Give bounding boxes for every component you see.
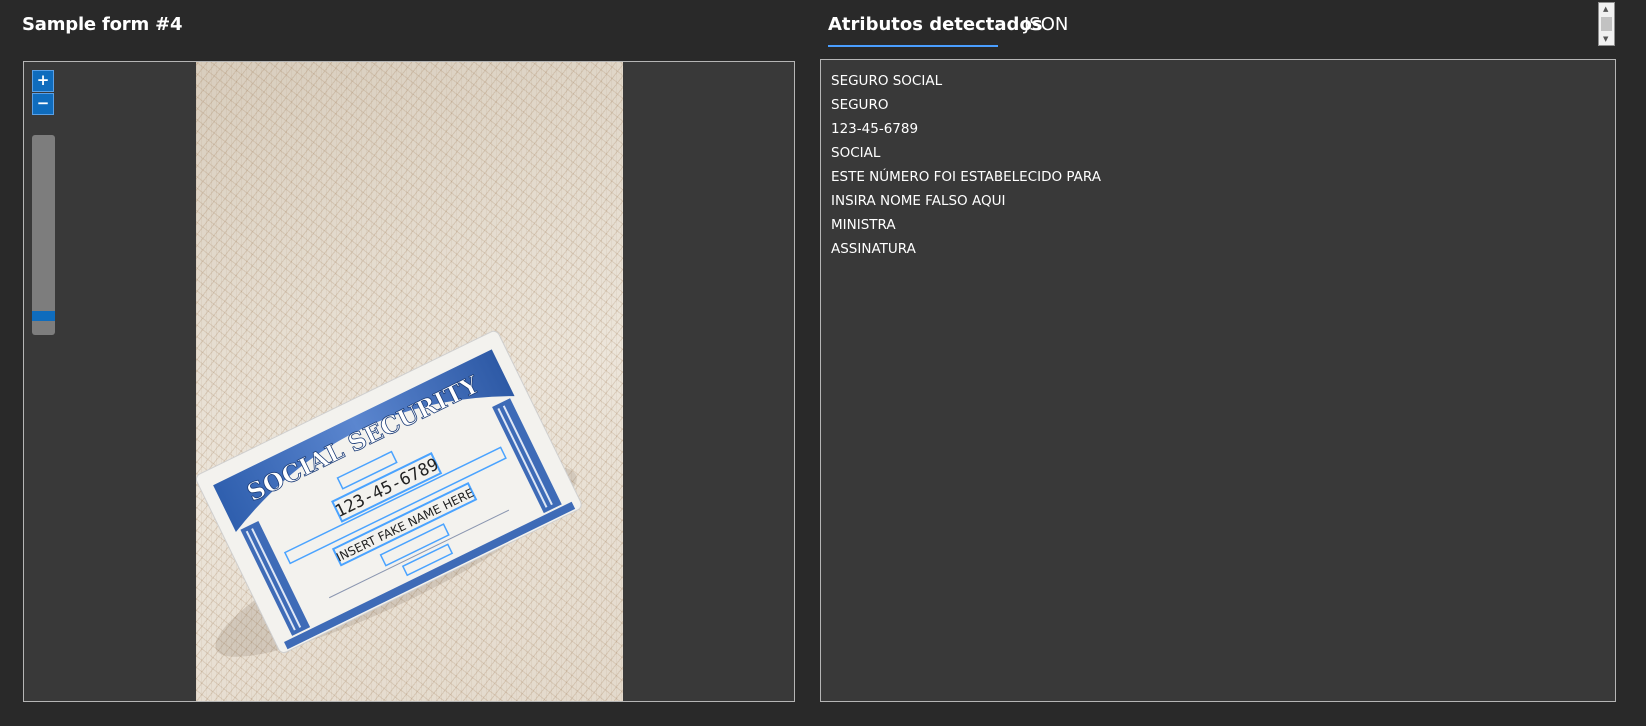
- zoom-slider-thumb[interactable]: [32, 311, 55, 321]
- tabs-scrollbar[interactable]: ▲ ▼: [1598, 2, 1615, 46]
- attribute-item[interactable]: 123-45-6789: [831, 117, 1605, 141]
- attribute-item[interactable]: MINISTRA: [831, 213, 1605, 237]
- tab-json[interactable]: JSON: [1024, 14, 1068, 35]
- image-viewer[interactable]: SOCIAL SECURITY 123-45-6789 INSERT FAKE …: [23, 61, 795, 702]
- attribute-item[interactable]: INSIRA NOME FALSO AQUI: [831, 189, 1605, 213]
- zoom-in-button[interactable]: +: [32, 70, 54, 92]
- attribute-item[interactable]: ASSINATURA: [831, 237, 1605, 261]
- page-title: Sample form #4: [22, 14, 183, 35]
- attribute-item[interactable]: ESTE NÚMERO FOI ESTABELECIDO PARA: [831, 165, 1605, 189]
- attribute-item[interactable]: SEGURO: [831, 93, 1605, 117]
- tab-detected-attributes[interactable]: Atributos detectados: [828, 14, 1043, 35]
- zoom-out-button[interactable]: −: [32, 93, 54, 115]
- detected-attributes-panel: SEGURO SOCIAL SEGURO 123-45-6789 SOCIAL …: [820, 59, 1616, 702]
- zoom-slider[interactable]: [32, 135, 55, 335]
- scrollbar-thumb[interactable]: [1601, 17, 1612, 31]
- attribute-item[interactable]: SEGURO SOCIAL: [831, 69, 1605, 93]
- active-tab-indicator: [828, 45, 998, 47]
- attribute-item[interactable]: SOCIAL: [831, 141, 1605, 165]
- scroll-up-icon[interactable]: ▲: [1603, 5, 1608, 13]
- scroll-down-icon[interactable]: ▼: [1603, 35, 1608, 43]
- social-security-card-image: SOCIAL SECURITY 123-45-6789 INSERT FAKE …: [196, 330, 582, 657]
- document-photo: SOCIAL SECURITY 123-45-6789 INSERT FAKE …: [196, 62, 623, 701]
